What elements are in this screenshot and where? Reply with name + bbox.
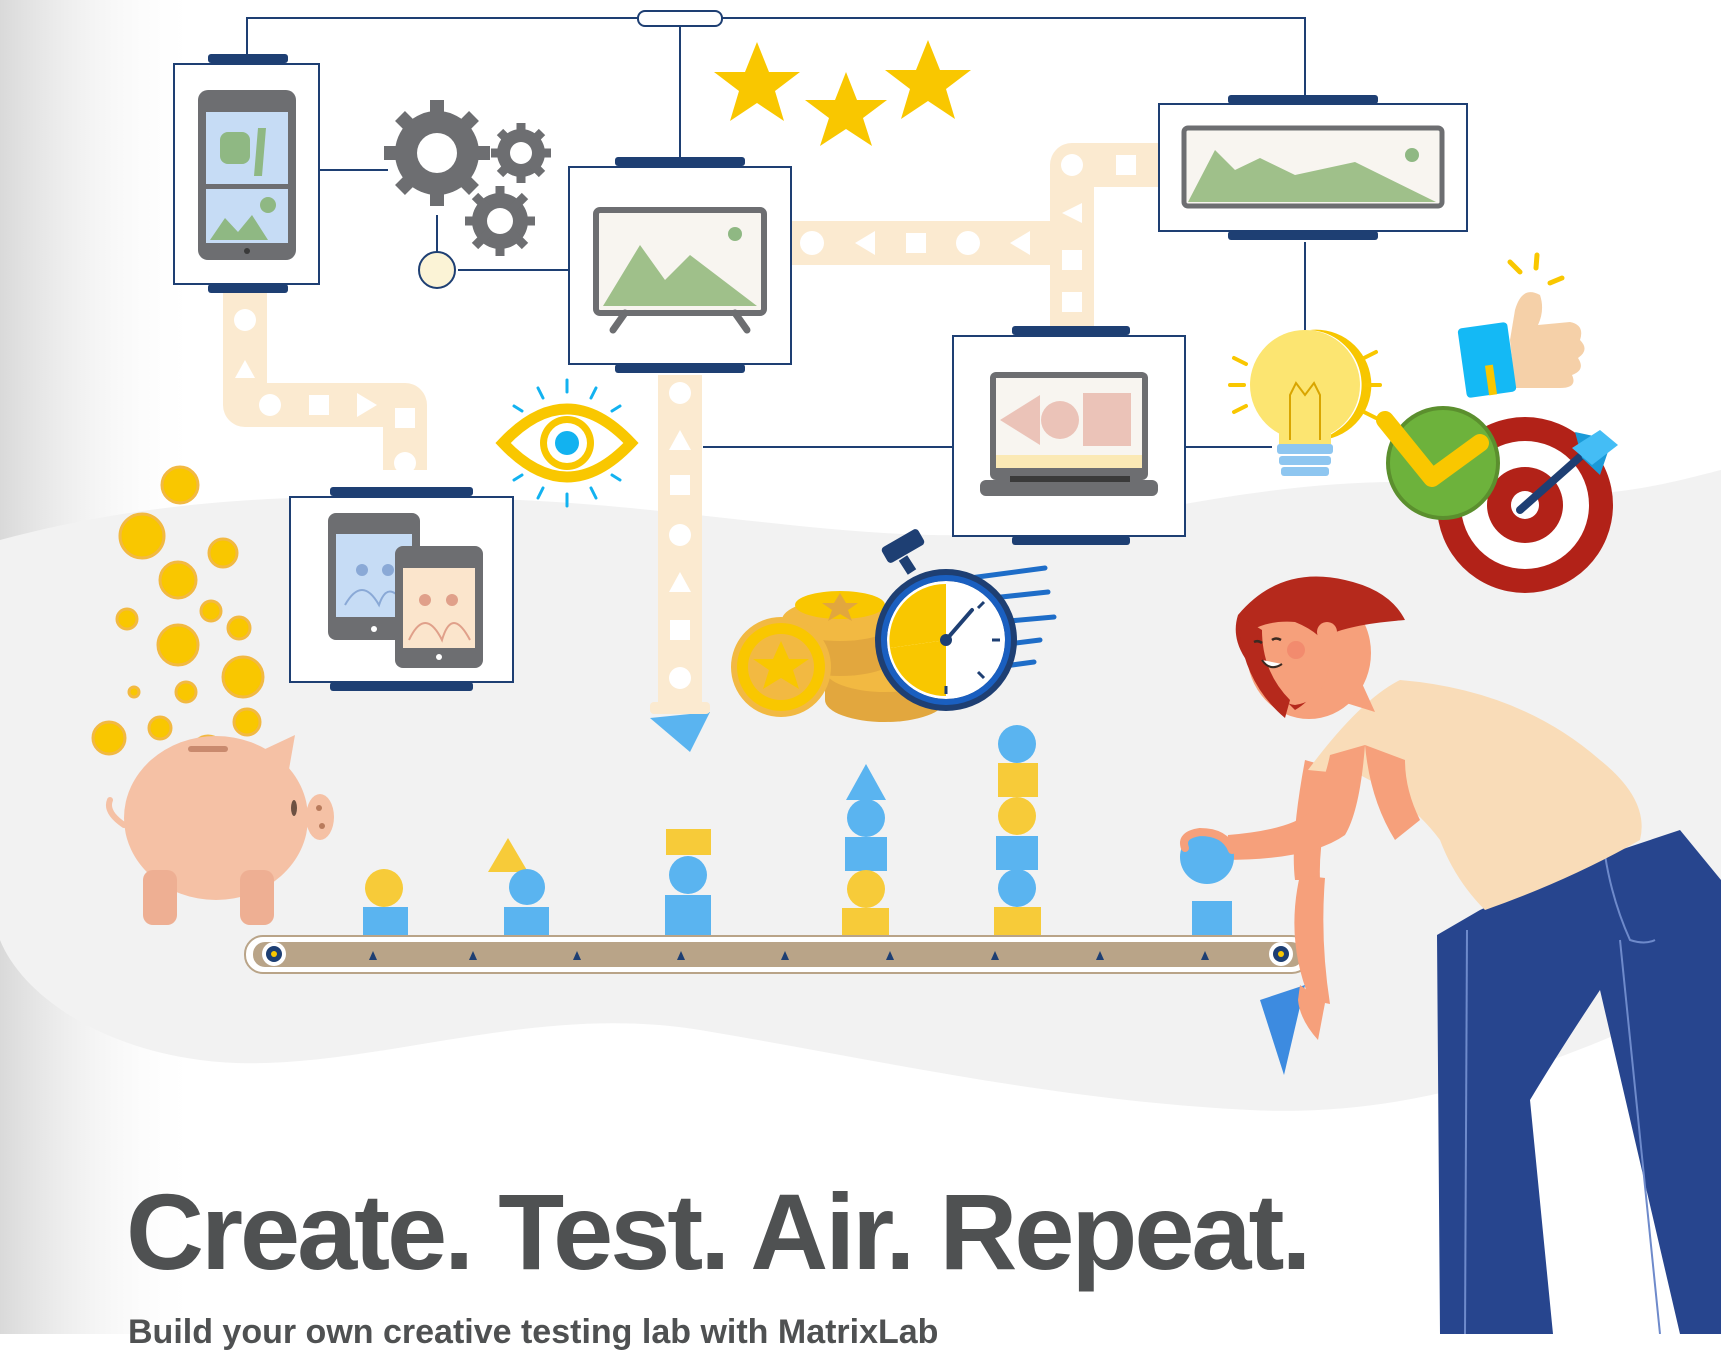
connector-node bbox=[418, 251, 456, 289]
thumbs-up-icon bbox=[1457, 252, 1585, 398]
conveyor-belt-icon bbox=[244, 935, 1311, 974]
eye-icon bbox=[495, 378, 639, 508]
tv-screen-icon bbox=[568, 157, 792, 373]
wide-screen-icon bbox=[1158, 95, 1468, 240]
laptop-screen-icon bbox=[952, 326, 1186, 545]
gears-icon bbox=[384, 100, 551, 256]
lightbulb-icon bbox=[1228, 329, 1382, 476]
top-connector bbox=[637, 10, 723, 27]
subheadline: Build your own creative testing lab with… bbox=[128, 1313, 939, 1351]
illustration bbox=[0, 0, 1721, 1334]
tablets-screen-icon bbox=[289, 487, 514, 691]
phone-screen-icon bbox=[173, 54, 320, 293]
headline: Create. Test. Air. Repeat. bbox=[126, 1171, 1311, 1292]
stars-icon bbox=[714, 40, 971, 146]
checkmark-icon bbox=[1376, 406, 1500, 520]
